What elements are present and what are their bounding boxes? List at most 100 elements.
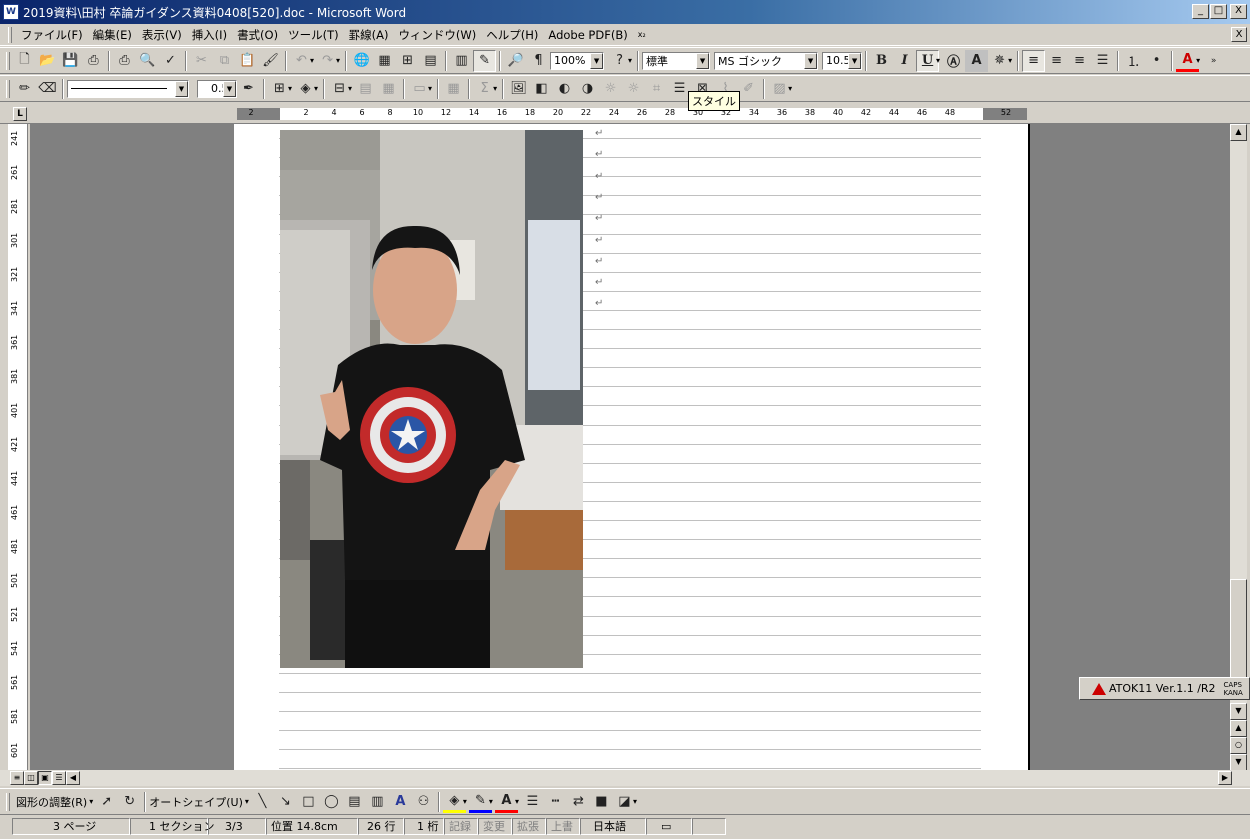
chevron-down-icon[interactable]: ▼ [175,80,188,97]
vertical-scrollbar[interactable]: ▲ ▼ ▲ ○ ▼ [1230,124,1247,771]
insert-table-icon[interactable]: ⊞ [396,50,419,72]
more-contrast-icon[interactable]: ◐ [553,78,576,100]
chevron-down-icon[interactable]: ▼ [696,52,710,69]
scroll-left-button[interactable]: ◀ [66,771,80,785]
autoshape-menu[interactable]: オートシェイプ(U) [149,794,243,810]
select-pointer-icon[interactable]: ➚ [95,791,118,813]
document-area[interactable]: ↵ ↵ ↵ ↵ ↵ ↵ ↵ ↵ ↵ [30,124,1230,770]
textbox-icon[interactable]: ▤ [343,791,366,813]
spelling-status-icon[interactable]: ▭ [646,817,692,835]
free-rotate-icon[interactable]: ↻ [118,791,141,813]
image-control-icon[interactable]: ◧ [530,78,553,100]
line-style-icon[interactable]: ☰ [521,791,544,813]
italic-button[interactable]: I [893,50,916,72]
permission-icon[interactable]: ⎙ [82,50,105,72]
status-ext[interactable]: 拡張 [512,817,546,835]
line-tool-icon[interactable]: ╲ [251,791,274,813]
format-picture-icon[interactable]: ✐ [737,78,760,100]
web-icon[interactable]: 🌐 [350,50,373,72]
scroll-right-button[interactable]: ▶ [1218,771,1232,785]
select-browse-object-button[interactable]: ○ [1230,737,1247,754]
less-contrast-icon[interactable]: ◑ [576,78,599,100]
toolbar-grip[interactable] [6,792,10,811]
fill-dropdown-icon[interactable]: ▾ [463,797,467,806]
normal-view-button[interactable]: ≡ [10,771,24,785]
save-icon[interactable]: 💾 [59,50,82,72]
menu-edit[interactable]: 編集(E) [88,27,137,43]
shadow-icon[interactable]: ■ [590,791,613,813]
maximize-button[interactable]: □ [1210,4,1227,19]
toolbar-grip[interactable] [6,51,10,70]
cell-align-dropdown-icon[interactable]: ▾ [428,84,432,93]
chevron-down-icon[interactable]: ▼ [848,52,862,69]
crop-icon[interactable]: ⌗ [645,78,668,100]
menu-view[interactable]: 表示(V) [137,27,187,43]
format-painter-icon[interactable]: 🖌 [259,50,282,72]
tables-borders-icon[interactable]: ▦ [373,50,396,72]
menu-format[interactable]: 書式(O) [232,27,283,43]
autoshape-dropdown-icon[interactable]: ▾ [245,797,249,806]
font-color-dropdown-icon[interactable]: ▾ [515,797,519,806]
merge-cells-icon[interactable]: ▤ [354,78,377,100]
zoom-select[interactable]: 100% ▼ [550,51,605,70]
dash-style-icon[interactable]: ┅ [544,791,567,813]
status-ovr[interactable]: 上書 [546,817,580,835]
style-select[interactable]: 標準 ▼ [642,51,711,70]
menu-table[interactable]: 罫線(A) [344,27,394,43]
next-page-button[interactable]: ▼ [1230,754,1247,771]
paste-icon[interactable]: 📋 [236,50,259,72]
menu-help[interactable]: ヘルプ(H) [481,27,543,43]
web-layout-button[interactable]: ◫ [24,771,38,785]
adjust-dropdown-icon[interactable]: ▾ [89,797,93,806]
atok-ime-bar[interactable]: ATOK11 Ver.1.1 /R2 CAPS KANA [1079,677,1250,700]
font-color-dropdown-icon[interactable]: ▾ [1196,56,1200,65]
underline-dropdown-icon[interactable]: ▾ [936,56,940,65]
scroll-up-button[interactable]: ▲ [1230,124,1247,141]
align-left-icon[interactable]: ≡ [1022,49,1046,72]
font-size-select[interactable]: 10.5 ▼ [822,51,863,70]
word-app-icon[interactable]: W [3,4,19,20]
tab-selector-button[interactable]: L [13,107,27,121]
eraser-icon[interactable]: ⌫ [36,78,59,100]
autosum-dropdown-icon[interactable]: ▾ [493,84,497,93]
shape-adjust-menu[interactable]: 図形の調整(R) [16,794,87,810]
bold-button[interactable]: B [870,50,893,72]
document-map-icon[interactable]: 🔎 [504,50,527,72]
effect-dropdown-icon[interactable]: ▾ [1008,56,1012,65]
print-icon[interactable]: ⎙ [113,50,136,72]
menu-grip[interactable] [8,26,12,43]
help-dropdown-icon[interactable]: ▾ [628,56,632,65]
distribute-rows-icon[interactable]: ▦ [442,78,465,100]
less-brightness-icon[interactable]: ☼ [622,78,645,100]
cut-icon[interactable]: ✂ [190,50,213,72]
menu-window[interactable]: ウィンドウ(W) [393,27,481,43]
chevron-down-icon[interactable]: ▼ [590,52,604,69]
previous-page-button[interactable]: ▲ [1230,720,1247,737]
spelling-icon[interactable]: ✓ [159,50,182,72]
copy-icon[interactable]: ⧉ [213,50,236,72]
chevron-down-icon[interactable]: ▼ [223,80,236,97]
line-color-dropdown-icon[interactable]: ▾ [489,797,493,806]
document-close-button[interactable]: X [1231,27,1247,42]
scroll-down-button[interactable]: ▼ [1230,703,1247,720]
insert-picture-icon[interactable]: 🖼 [507,78,530,100]
pen-icon[interactable]: ✏ [13,78,36,100]
print-preview-icon[interactable]: 🔍 [136,50,159,72]
toolbar-grip[interactable] [6,79,10,98]
menu-insert[interactable]: 挿入(I) [187,27,232,43]
ruler-scale[interactable]: 2 2 4 6 8 10 12 14 16 18 20 22 24 26 28 30 32 34 36 38 40 42 4… [237,108,1027,120]
close-button[interactable]: X [1230,4,1247,19]
new-document-icon[interactable]: 🗋 [13,50,36,72]
minimize-button[interactable]: _ [1192,4,1209,19]
status-rec[interactable]: 記録 [444,817,478,835]
document-page[interactable]: ↵ ↵ ↵ ↵ ↵ ↵ ↵ ↵ ↵ [234,124,1030,770]
line-style-select[interactable]: ▼ [67,79,189,98]
arrow-tool-icon[interactable]: ↘ [274,791,297,813]
insert-excel-icon[interactable]: ▤ [419,50,442,72]
undo-dropdown-icon[interactable]: ▾ [310,56,314,65]
border-color-icon[interactable]: ✒ [237,78,260,100]
3d-dropdown-icon[interactable]: ▾ [633,797,637,806]
bullets-icon[interactable]: • [1145,50,1168,72]
char-shading-icon[interactable]: A [965,49,989,72]
outline-view-button[interactable]: ☰ [52,771,66,785]
